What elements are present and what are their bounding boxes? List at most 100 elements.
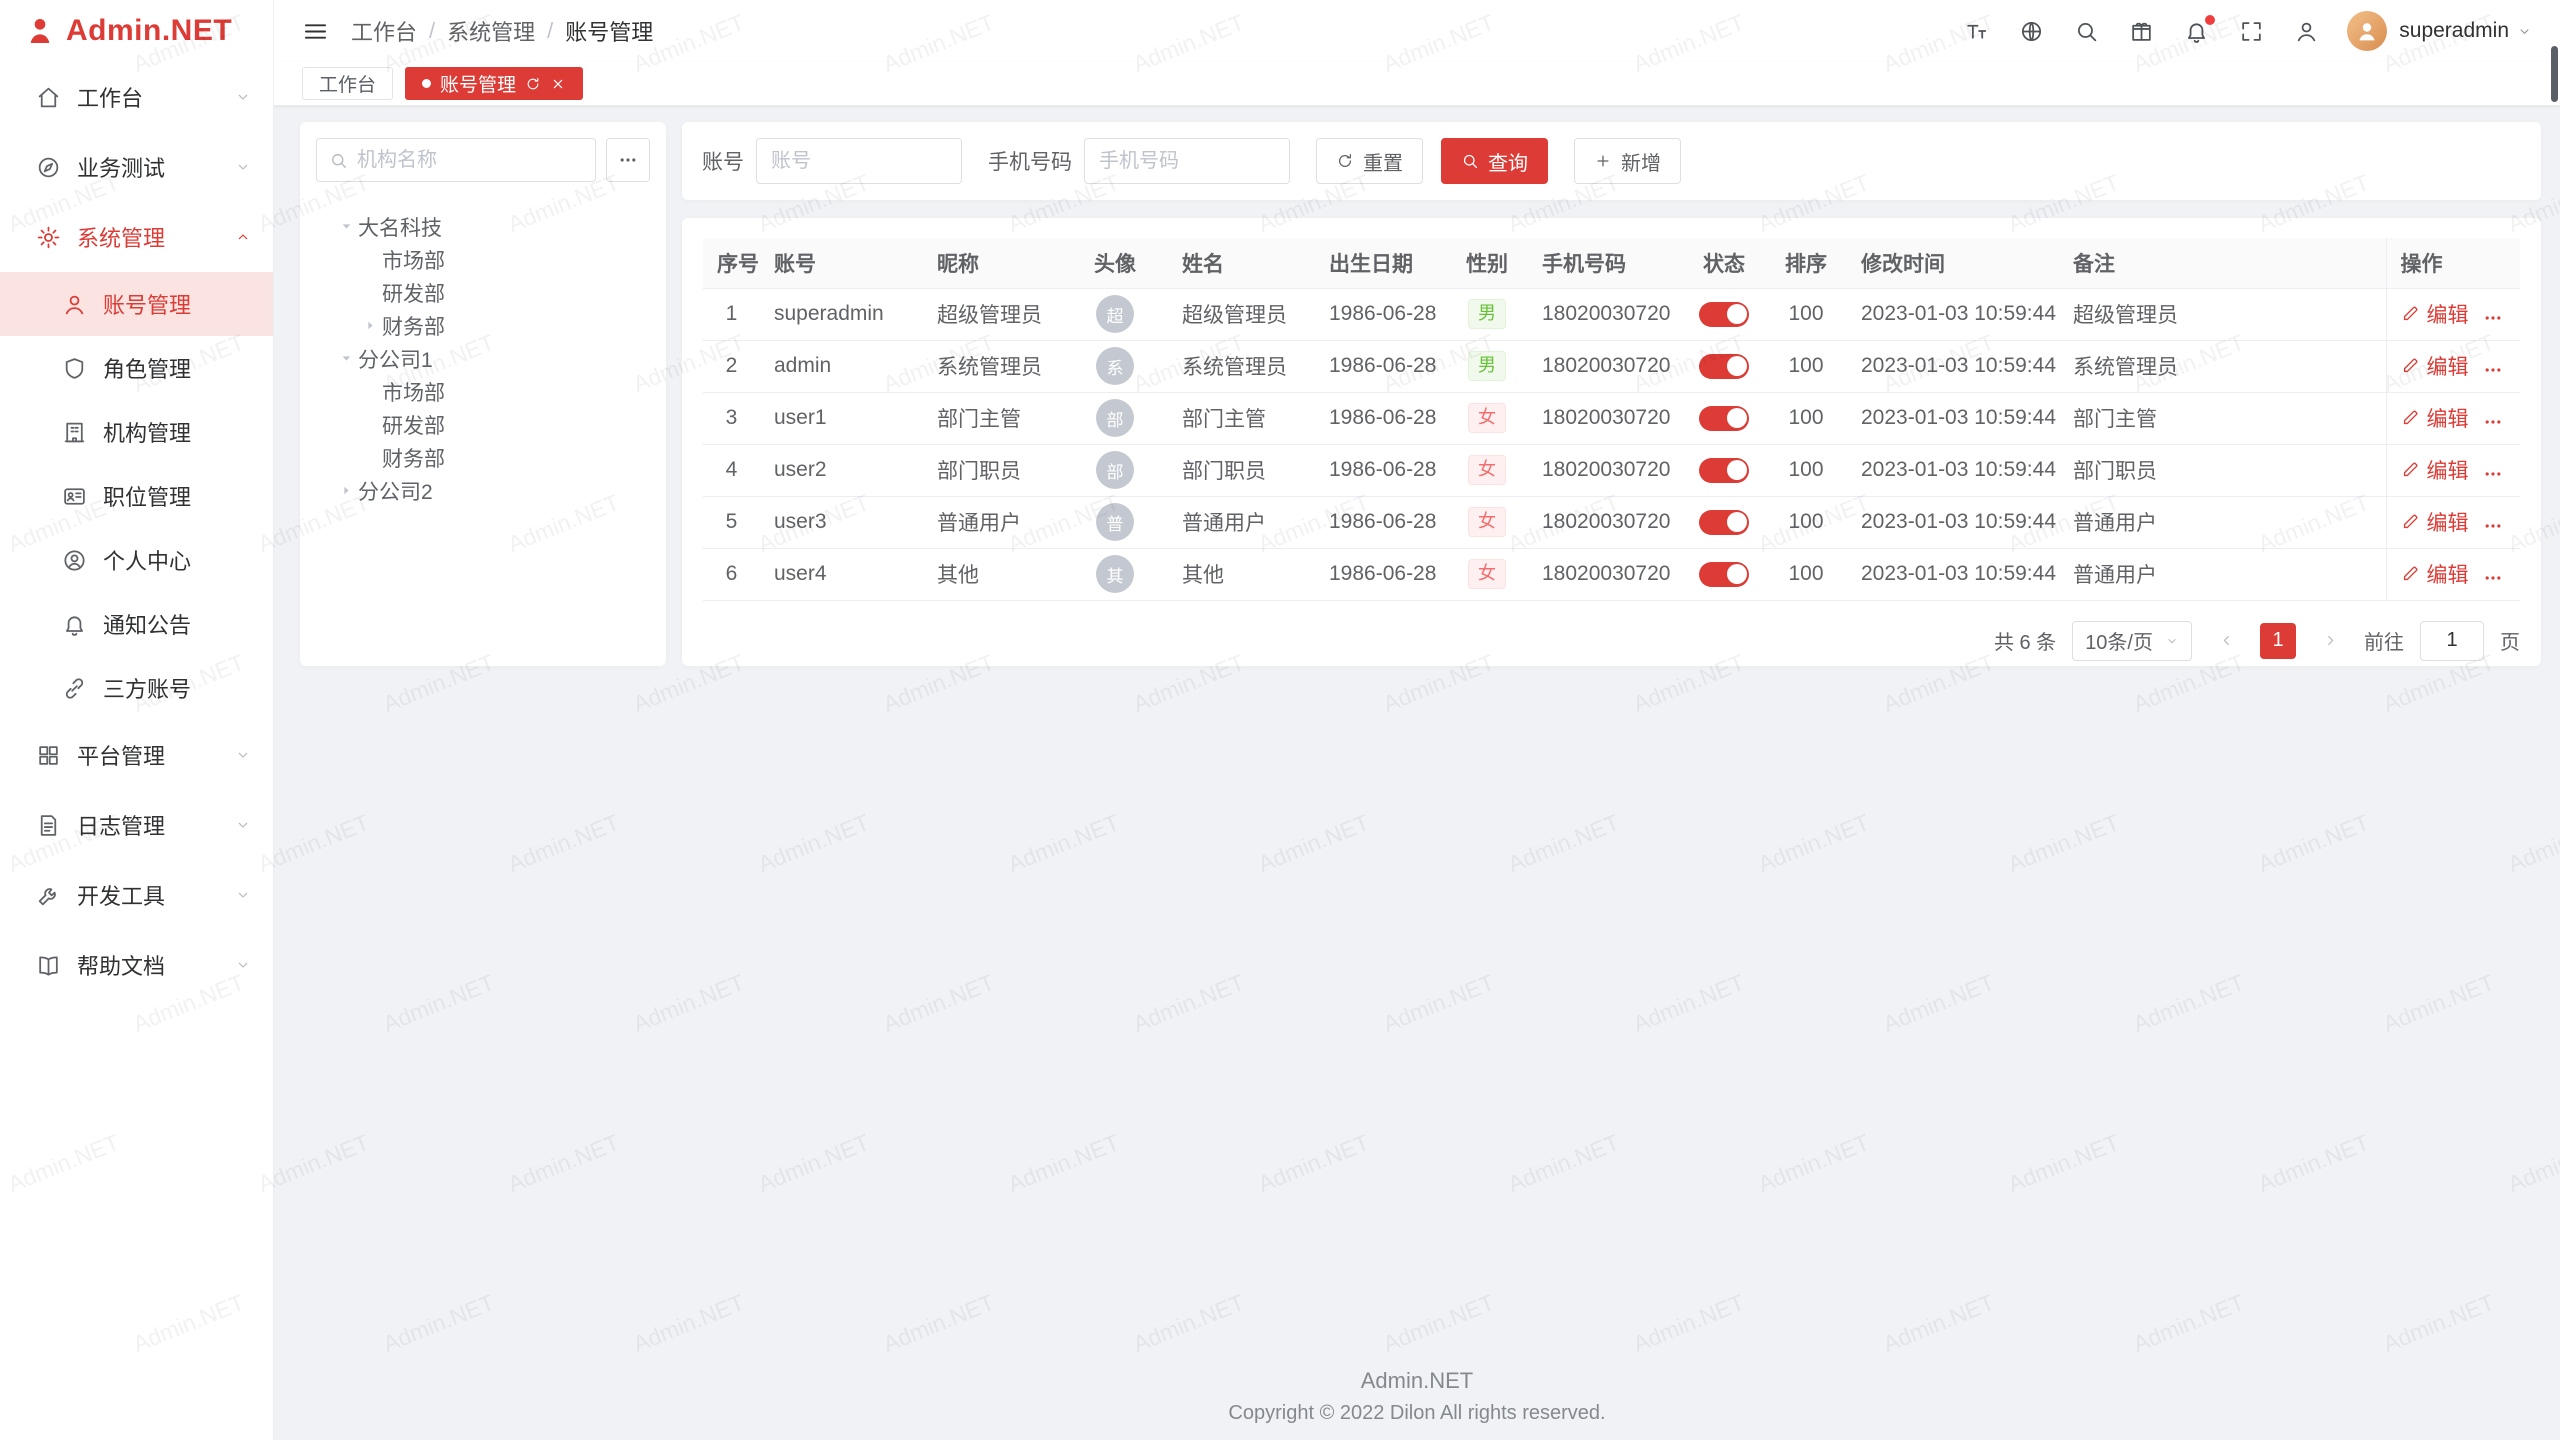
edit-button[interactable]: 编辑: [2401, 403, 2469, 433]
search-button[interactable]: 查询: [1441, 138, 1548, 184]
logo[interactable]: Admin.NET: [0, 0, 273, 62]
status-toggle[interactable]: [1699, 562, 1749, 587]
cell-modified-time: 2023-01-03 10:59:44: [1847, 444, 2059, 496]
column-header: 手机号码: [1528, 238, 1683, 288]
sidebar-item-notice[interactable]: 通知公告: [0, 592, 273, 656]
language-icon[interactable]: [2019, 19, 2044, 44]
sidebar-item-system-manage[interactable]: 系统管理: [0, 202, 273, 272]
font-size-icon[interactable]: [1964, 19, 1989, 44]
row-more-button[interactable]: [2483, 516, 2503, 536]
tree-node[interactable]: 分公司2: [316, 474, 650, 507]
username[interactable]: superadmin: [2399, 19, 2509, 43]
menu-collapse-button[interactable]: [302, 18, 329, 45]
tree-node[interactable]: 研发部: [316, 276, 650, 309]
account-filter-input[interactable]: [756, 138, 962, 184]
cell-remark: 部门职员: [2059, 444, 2386, 496]
status-toggle[interactable]: [1699, 510, 1749, 535]
sidebar-item-org-manage[interactable]: 机构管理: [0, 400, 273, 464]
add-button[interactable]: 新增: [1574, 138, 1681, 184]
edit-button[interactable]: 编辑: [2401, 455, 2469, 485]
sidebar-item-platform-manage[interactable]: 平台管理: [0, 720, 273, 790]
tree-node-label: 财务部: [382, 311, 445, 341]
edit-button[interactable]: 编辑: [2401, 559, 2469, 589]
org-search-field[interactable]: [316, 138, 596, 182]
breadcrumb-item[interactable]: 系统管理: [447, 15, 535, 47]
watermark-text: Admin.NET: [1879, 1289, 1998, 1358]
sidebar-item-business-test[interactable]: 业务测试: [0, 132, 273, 202]
tree-caret[interactable]: [334, 484, 358, 497]
phone-filter-input[interactable]: [1084, 138, 1290, 184]
search-icon[interactable]: [2074, 19, 2099, 44]
tree-node[interactable]: 研发部: [316, 408, 650, 441]
table-header-row: 序号账号昵称头像姓名出生日期性别手机号码状态排序修改时间备注操作: [703, 238, 2520, 288]
wrench-icon: [36, 883, 61, 908]
tree-caret[interactable]: [358, 319, 382, 332]
search-icon: [1461, 152, 1479, 170]
sidebar-item-position-manage[interactable]: 职位管理: [0, 464, 273, 528]
org-more-button[interactable]: [606, 138, 650, 182]
caret-down-icon: [340, 352, 353, 365]
tab-account-manage[interactable]: 账号管理: [405, 67, 583, 100]
status-toggle[interactable]: [1699, 302, 1749, 327]
sidebar-item-label: 工作台: [77, 81, 143, 113]
chevron-down-icon: [235, 957, 251, 973]
sidebar-item-help-docs[interactable]: 帮助文档: [0, 930, 273, 1000]
row-more-button[interactable]: [2483, 360, 2503, 380]
sidebar-item-account-manage[interactable]: 账号管理: [0, 272, 273, 336]
edit-button[interactable]: 编辑: [2401, 351, 2469, 381]
org-tree: 大名科技市场部研发部财务部分公司1市场部研发部财务部分公司2: [316, 210, 650, 507]
row-more-button[interactable]: [2483, 308, 2503, 328]
org-search-input[interactable]: [357, 149, 583, 172]
tree-caret[interactable]: [334, 352, 358, 365]
pagination: 共 6 条 10条/页 1 前往 页: [703, 621, 2520, 661]
user-avatar[interactable]: [2347, 11, 2387, 51]
status-toggle[interactable]: [1699, 458, 1749, 483]
table-card: 序号账号昵称头像姓名出生日期性别手机号码状态排序修改时间备注操作 1supera…: [682, 218, 2541, 666]
org-search-row: [316, 138, 650, 182]
next-page-button[interactable]: [2312, 623, 2348, 659]
scrollbar-thumb[interactable]: [2551, 46, 2558, 102]
tree-node[interactable]: 财务部: [316, 309, 650, 342]
edit-button[interactable]: 编辑: [2401, 299, 2469, 329]
page-size-select[interactable]: 10条/页: [2072, 621, 2192, 661]
theme-icon[interactable]: [2129, 19, 2154, 44]
status-toggle[interactable]: [1699, 406, 1749, 431]
user-icon[interactable]: [2294, 19, 2319, 44]
sidebar-item-role-manage[interactable]: 角色管理: [0, 336, 273, 400]
notification-icon[interactable]: [2184, 19, 2209, 44]
status-toggle[interactable]: [1699, 354, 1749, 379]
log-icon: [36, 813, 61, 838]
brand-icon: [24, 15, 56, 47]
sidebar-item-log-manage[interactable]: 日志管理: [0, 790, 273, 860]
page-1-button[interactable]: 1: [2260, 623, 2296, 659]
cell-phone: 18020030720: [1528, 496, 1683, 548]
fullscreen-icon[interactable]: [2239, 19, 2264, 44]
tree-caret[interactable]: [334, 220, 358, 233]
sidebar-item-dev-tools[interactable]: 开发工具: [0, 860, 273, 930]
tree-node[interactable]: 财务部: [316, 441, 650, 474]
tab-workbench[interactable]: 工作台: [302, 67, 393, 100]
ellipsis-icon: [2483, 464, 2503, 484]
cell-no: 3: [703, 392, 760, 444]
edit-button[interactable]: 编辑: [2401, 507, 2469, 537]
tree-node[interactable]: 大名科技: [316, 210, 650, 243]
sidebar-item-personal-center[interactable]: 个人中心: [0, 528, 273, 592]
sidebar-item-third-party-account[interactable]: 三方账号: [0, 656, 273, 720]
tree-node[interactable]: 市场部: [316, 243, 650, 276]
cell-birthdate: 1986-06-28: [1315, 392, 1446, 444]
row-more-button[interactable]: [2483, 412, 2503, 432]
cell-remark: 部门主管: [2059, 392, 2386, 444]
prev-page-button[interactable]: [2208, 623, 2244, 659]
breadcrumb-item[interactable]: 账号管理: [565, 15, 653, 47]
breadcrumb-item[interactable]: 工作台: [351, 15, 417, 47]
user-menu-chevron-icon[interactable]: [2517, 24, 2532, 39]
sidebar-item-workbench[interactable]: 工作台: [0, 62, 273, 132]
cell-phone: 18020030720: [1528, 548, 1683, 600]
ellipsis-icon: [2483, 568, 2503, 588]
tree-node[interactable]: 市场部: [316, 375, 650, 408]
goto-page-input[interactable]: [2420, 621, 2484, 661]
tree-node[interactable]: 分公司1: [316, 342, 650, 375]
row-more-button[interactable]: [2483, 464, 2503, 484]
reset-button[interactable]: 重置: [1316, 138, 1423, 184]
row-more-button[interactable]: [2483, 568, 2503, 588]
